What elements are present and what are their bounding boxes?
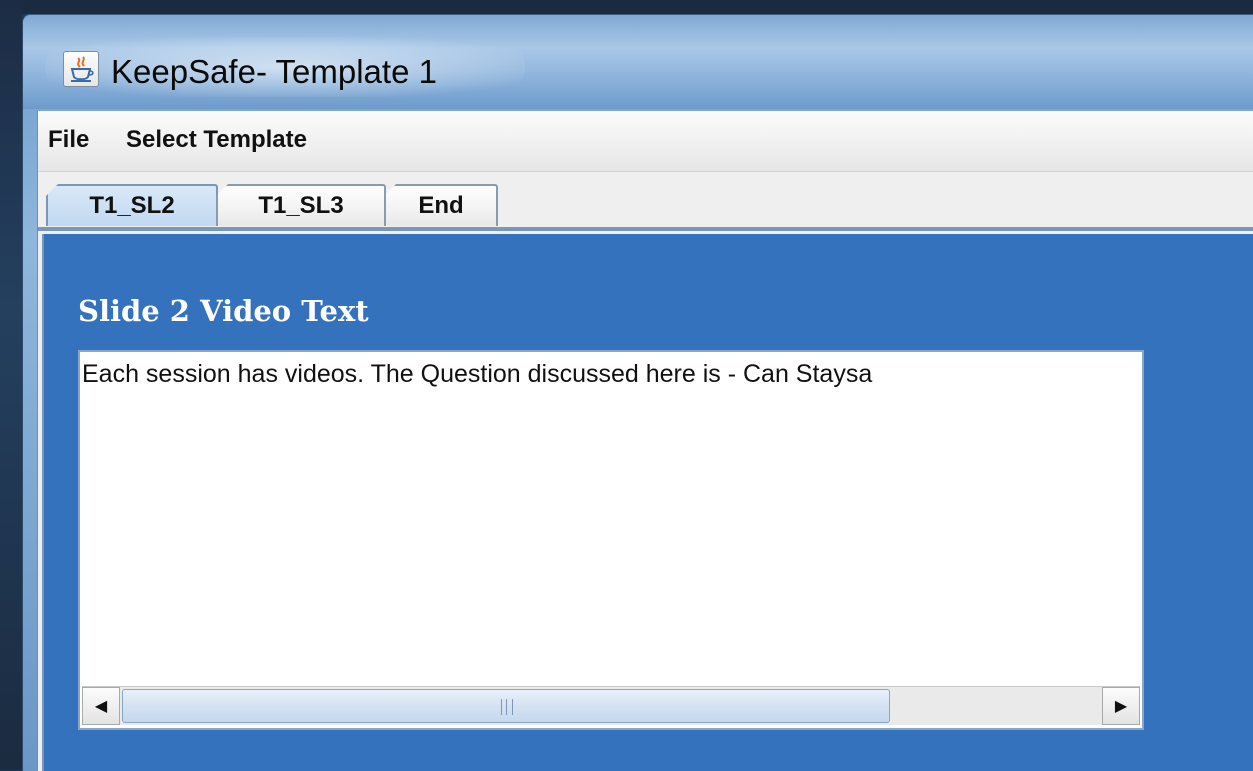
panel-heading: Slide 2 Video Text [78,294,369,328]
video-text-value[interactable]: Each session has videos. The Question di… [82,360,1140,389]
window-title: KeepSafe- Template 1 [111,53,437,90]
scroll-right-arrow-icon[interactable]: ▶ [1102,687,1140,725]
grip-icon [501,699,513,715]
scroll-left-arrow-icon[interactable]: ◀ [82,687,120,725]
menu-select-template[interactable]: Select Template [126,126,307,154]
menu-bar: File Select Template [38,111,1253,172]
tab-t1-sl2[interactable]: T1_SL2 [46,184,218,226]
video-text-area[interactable]: Each session has videos. The Question di… [78,350,1144,730]
desktop-background-top [0,0,1253,14]
tab-strip: T1_SL2 T1_SL3 End [38,172,1253,234]
horizontal-scrollbar[interactable]: ◀ ▶ [82,686,1140,725]
tab-t1-sl3[interactable]: T1_SL3 [216,184,386,226]
app-window: KeepSafe- Template 1 File Select Templat… [22,14,1253,771]
tab-divider [38,227,1253,231]
tab-content-panel: Slide 2 Video Text Each session has vide… [42,234,1253,771]
client-area: File Select Template T1_SL2 T1_SL3 End S… [37,111,1253,771]
title-bar[interactable]: KeepSafe- Template 1 [23,15,1253,109]
scrollbar-thumb[interactable] [122,689,890,723]
menu-file[interactable]: File [48,126,89,154]
java-cup-icon[interactable] [63,51,99,87]
desktop-background-left [0,0,22,770]
tab-end[interactable]: End [384,184,498,226]
